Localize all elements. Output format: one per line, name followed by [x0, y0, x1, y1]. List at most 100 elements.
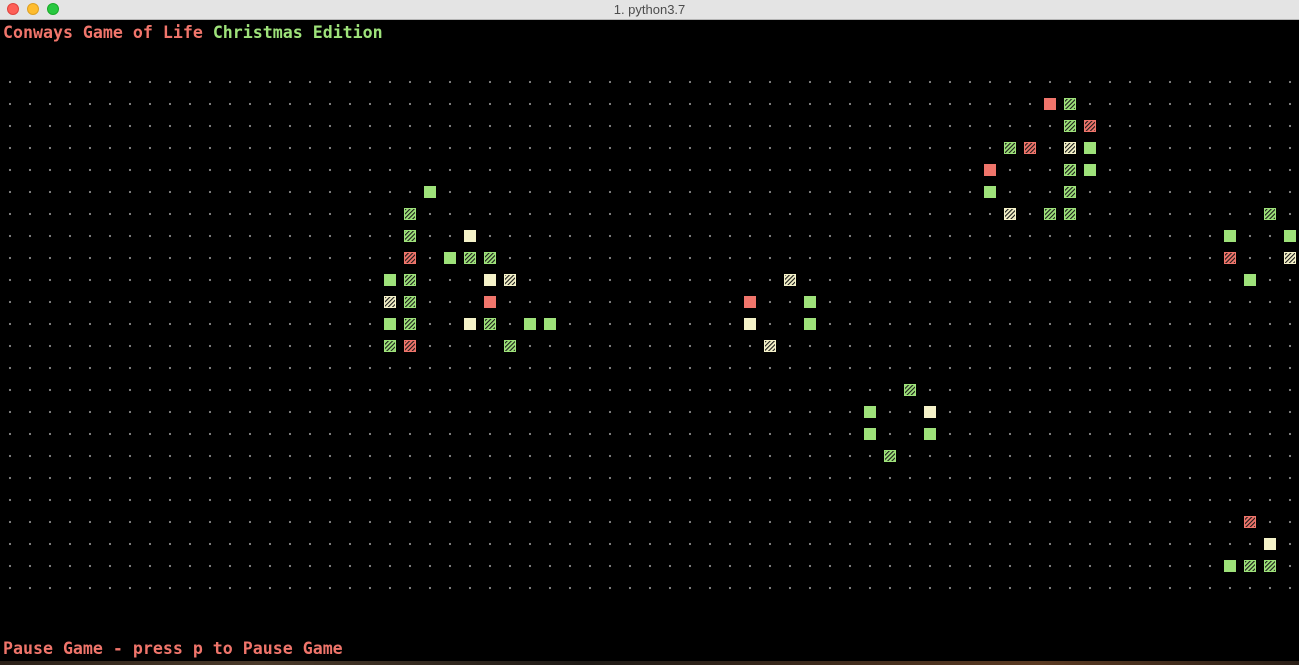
empty-cell-dot — [48, 432, 52, 436]
empty-cell-dot — [468, 476, 472, 480]
empty-cell-dot — [1168, 234, 1172, 238]
empty-cell-dot — [528, 520, 532, 524]
empty-cell-dot — [1048, 432, 1052, 436]
empty-cell-dot — [1248, 454, 1252, 458]
empty-cell-dot — [188, 80, 192, 84]
empty-cell-dot — [8, 366, 12, 370]
empty-cell-dot — [468, 300, 472, 304]
empty-cell-dot — [148, 102, 152, 106]
empty-cell-dot — [228, 388, 232, 392]
empty-cell-dot — [188, 190, 192, 194]
empty-cell-dot — [788, 410, 792, 414]
empty-cell-dot — [428, 80, 432, 84]
empty-cell-dot — [1248, 102, 1252, 106]
empty-cell-dot — [748, 564, 752, 568]
empty-cell-dot — [1108, 366, 1112, 370]
empty-cell-dot — [288, 432, 292, 436]
empty-cell-dot — [248, 256, 252, 260]
empty-cell-dot — [688, 278, 692, 282]
empty-cell-dot — [788, 256, 792, 260]
empty-cell-dot — [88, 212, 92, 216]
empty-cell-dot — [908, 410, 912, 414]
empty-cell-dot — [1148, 212, 1152, 216]
empty-cell-dot — [388, 256, 392, 260]
empty-cell-dot — [708, 256, 712, 260]
empty-cell-dot — [928, 278, 932, 282]
empty-cell-dot — [1048, 146, 1052, 150]
live-cell — [1064, 164, 1076, 176]
empty-cell-dot — [1088, 344, 1092, 348]
empty-cell-dot — [588, 454, 592, 458]
empty-cell-dot — [288, 322, 292, 326]
empty-cell-dot — [228, 300, 232, 304]
empty-cell-dot — [28, 80, 32, 84]
live-cell — [404, 340, 416, 352]
empty-cell-dot — [748, 212, 752, 216]
empty-cell-dot — [988, 366, 992, 370]
empty-cell-dot — [1268, 366, 1272, 370]
empty-cell-dot — [948, 278, 952, 282]
empty-cell-dot — [828, 344, 832, 348]
empty-cell-dot — [648, 366, 652, 370]
empty-cell-dot — [508, 102, 512, 106]
empty-cell-dot — [1068, 322, 1072, 326]
empty-cell-dot — [628, 80, 632, 84]
empty-cell-dot — [408, 190, 412, 194]
empty-cell-dot — [8, 564, 12, 568]
empty-cell-dot — [28, 256, 32, 260]
empty-cell-dot — [228, 432, 232, 436]
empty-cell-dot — [728, 322, 732, 326]
empty-cell-dot — [28, 586, 32, 590]
empty-cell-dot — [1148, 432, 1152, 436]
empty-cell-dot — [388, 168, 392, 172]
title-bar[interactable]: 1. python3.7 — [0, 0, 1299, 20]
empty-cell-dot — [708, 344, 712, 348]
empty-cell-dot — [648, 564, 652, 568]
empty-cell-dot — [568, 476, 572, 480]
empty-cell-dot — [548, 102, 552, 106]
empty-cell-dot — [508, 388, 512, 392]
empty-cell-dot — [188, 212, 192, 216]
empty-cell-dot — [848, 256, 852, 260]
empty-cell-dot — [168, 168, 172, 172]
terminal-content[interactable]: Conways Game of Life Christmas Edition P… — [0, 20, 1299, 665]
empty-cell-dot — [708, 190, 712, 194]
empty-cell-dot — [608, 586, 612, 590]
live-cell — [1084, 164, 1096, 176]
empty-cell-dot — [908, 432, 912, 436]
empty-cell-dot — [308, 278, 312, 282]
empty-cell-dot — [368, 168, 372, 172]
empty-cell-dot — [768, 124, 772, 128]
empty-cell-dot — [88, 388, 92, 392]
live-cell — [404, 274, 416, 286]
empty-cell-dot — [68, 476, 72, 480]
empty-cell-dot — [828, 366, 832, 370]
empty-cell-dot — [188, 124, 192, 128]
empty-cell-dot — [548, 564, 552, 568]
empty-cell-dot — [1008, 366, 1012, 370]
empty-cell-dot — [1148, 256, 1152, 260]
empty-cell-dot — [768, 542, 772, 546]
empty-cell-dot — [948, 124, 952, 128]
empty-cell-dot — [588, 256, 592, 260]
empty-cell-dot — [568, 102, 572, 106]
empty-cell-dot — [168, 498, 172, 502]
empty-cell-dot — [1048, 498, 1052, 502]
empty-cell-dot — [188, 542, 192, 546]
empty-cell-dot — [888, 322, 892, 326]
empty-cell-dot — [1168, 322, 1172, 326]
empty-cell-dot — [248, 476, 252, 480]
empty-cell-dot — [1008, 388, 1012, 392]
empty-cell-dot — [1208, 410, 1212, 414]
empty-cell-dot — [248, 102, 252, 106]
empty-cell-dot — [68, 520, 72, 524]
empty-cell-dot — [188, 322, 192, 326]
empty-cell-dot — [688, 454, 692, 458]
empty-cell-dot — [668, 322, 672, 326]
empty-cell-dot — [188, 102, 192, 106]
live-cell — [924, 428, 936, 440]
empty-cell-dot — [168, 234, 172, 238]
empty-cell-dot — [1068, 498, 1072, 502]
empty-cell-dot — [1088, 388, 1092, 392]
empty-cell-dot — [148, 168, 152, 172]
